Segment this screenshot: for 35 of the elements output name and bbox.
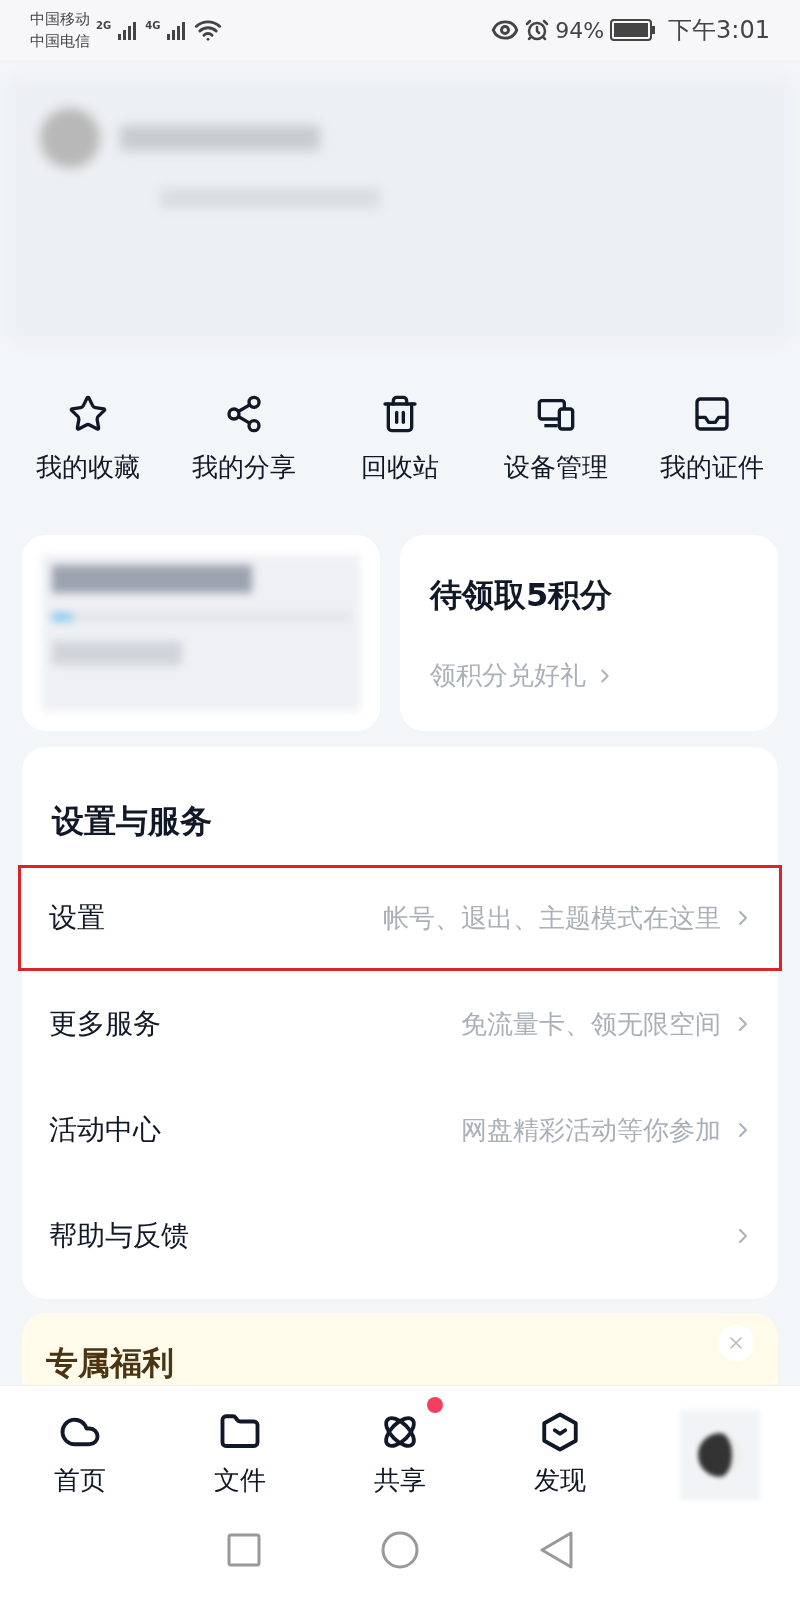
carrier-name: 中国移动 (30, 9, 90, 30)
recent-apps-icon[interactable] (227, 1533, 261, 1567)
network-type: 2G (96, 19, 112, 33)
star-icon (68, 393, 108, 434)
points-card[interactable]: 待领取5积分 领积分兑好礼 (400, 535, 778, 731)
service-row[interactable]: 活动中心 网盘精彩活动等你参加 (18, 1077, 782, 1183)
shortcut-button[interactable]: 我的分享 (174, 393, 314, 487)
alarm-icon (525, 18, 550, 42)
row-hint: 帐号、退出、主题模式在这里 (383, 901, 721, 935)
service-row[interactable]: 设置 帐号、退出、主题模式在这里 (18, 865, 782, 971)
tab-item[interactable]: 共享 (335, 1396, 465, 1500)
shortcut-button[interactable]: 设备管理 (486, 393, 626, 487)
hexagon-icon (539, 1410, 581, 1453)
promo-title: 专属福利 (46, 1345, 174, 1381)
shortcut-button[interactable]: 回收站 (330, 393, 470, 487)
service-row[interactable]: 帮助与反馈 (18, 1183, 782, 1289)
share-icon (224, 393, 264, 434)
service-row[interactable]: 更多服务 免流量卡、领无限空间 (18, 971, 782, 1077)
row-hint: 免流量卡、领无限空间 (461, 1007, 721, 1041)
close-button[interactable] (718, 1325, 754, 1361)
network-type: 4G (145, 19, 161, 33)
back-icon[interactable] (539, 1531, 573, 1569)
shortcut-button[interactable]: 我的证件 (642, 393, 782, 487)
points-title: 待领取5积分 (430, 575, 614, 616)
carrier-name: 中国电信 (30, 31, 90, 52)
home-icon[interactable] (381, 1531, 419, 1569)
row-hint: 网盘精彩活动等你参加 (461, 1113, 721, 1147)
shortcut-button[interactable]: 我的收藏 (18, 393, 158, 487)
tab-item[interactable]: 首页 (15, 1396, 145, 1500)
tab-item[interactable]: 文件 (175, 1396, 305, 1500)
battery-icon (610, 19, 657, 41)
tab-item[interactable]: 发现 (495, 1396, 625, 1500)
section-title: 设置与服务 (50, 801, 213, 842)
clock-time: 下午3:01 (668, 15, 770, 46)
battery-percent: 94% (555, 16, 605, 45)
